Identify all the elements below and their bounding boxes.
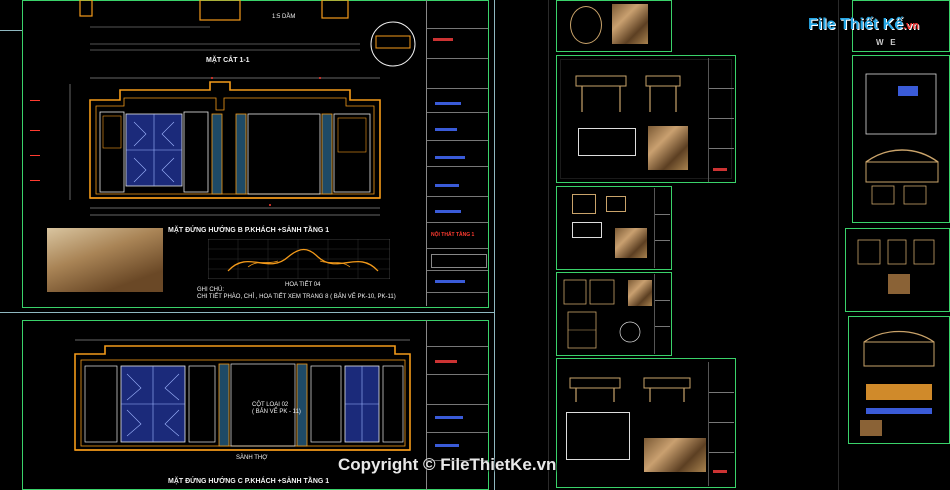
floor-label: SÀNH THỢ bbox=[236, 455, 268, 461]
interior-render-photo bbox=[47, 228, 163, 292]
note-label: GHI CHÚ: bbox=[197, 287, 224, 293]
elevation-b-title: MẶT ĐỨNG HƯỚNG B P.KHÁCH +SẢNH TẦNG 1 bbox=[168, 227, 330, 234]
sheet-thumb-5-photo bbox=[644, 438, 706, 472]
elevation-c-drawing[interactable] bbox=[55, 330, 425, 455]
sheet-thumb-3-photo bbox=[615, 228, 647, 258]
site-logo: File Thiết Kế.vn W E bbox=[808, 10, 928, 50]
chair-drawing-right-4 bbox=[860, 331, 935, 436]
sheet-red-label: NỘI THẤT TẦNG 1 bbox=[431, 232, 475, 238]
section-drawing-top bbox=[79, 0, 360, 51]
table-drawing-2 bbox=[575, 75, 681, 112]
copyright-watermark: Copyright © FileThietKe.vn bbox=[338, 455, 557, 474]
title-block-top: NỘI THẤT TẦNG 1 bbox=[426, 0, 488, 306]
sheet-thumb-4-photo bbox=[628, 280, 652, 306]
side-markers bbox=[30, 100, 46, 200]
logo-suffix: .vn bbox=[903, 20, 920, 32]
ornament-label: HOA TIẾT 04 bbox=[285, 282, 321, 288]
elevation-b-drawing[interactable] bbox=[30, 70, 425, 220]
section-title: MẶT CẮT 1-1 bbox=[206, 57, 250, 64]
note-text: CHI TIẾT PHÀO, CHỈ , HOA TIẾT XEM TRANG … bbox=[197, 294, 396, 300]
ornament-panel bbox=[208, 239, 390, 279]
elevation-c-title: MẶT ĐỨNG HƯỚNG C P.KHÁCH +SẢNH TẦNG 1 bbox=[168, 478, 330, 485]
scale-note: 1:5 DẦM bbox=[272, 14, 296, 20]
sheet-thumb-1-photo bbox=[612, 4, 648, 44]
furniture-drawing-right-3 bbox=[857, 239, 935, 294]
detail-circle-callout bbox=[370, 21, 416, 67]
column-note-sub: ( BẢN VẼ PK - 11) bbox=[252, 409, 301, 415]
logo-brand: File Thiết Kế bbox=[808, 16, 904, 33]
column-note: CỘT LOẠI 02 bbox=[252, 402, 289, 408]
logo-compass: W E bbox=[876, 38, 896, 47]
table-drawing-5 bbox=[569, 377, 691, 402]
sheet-thumb-2-photo bbox=[648, 126, 688, 170]
bed-drawing-right-2 bbox=[865, 73, 939, 205]
